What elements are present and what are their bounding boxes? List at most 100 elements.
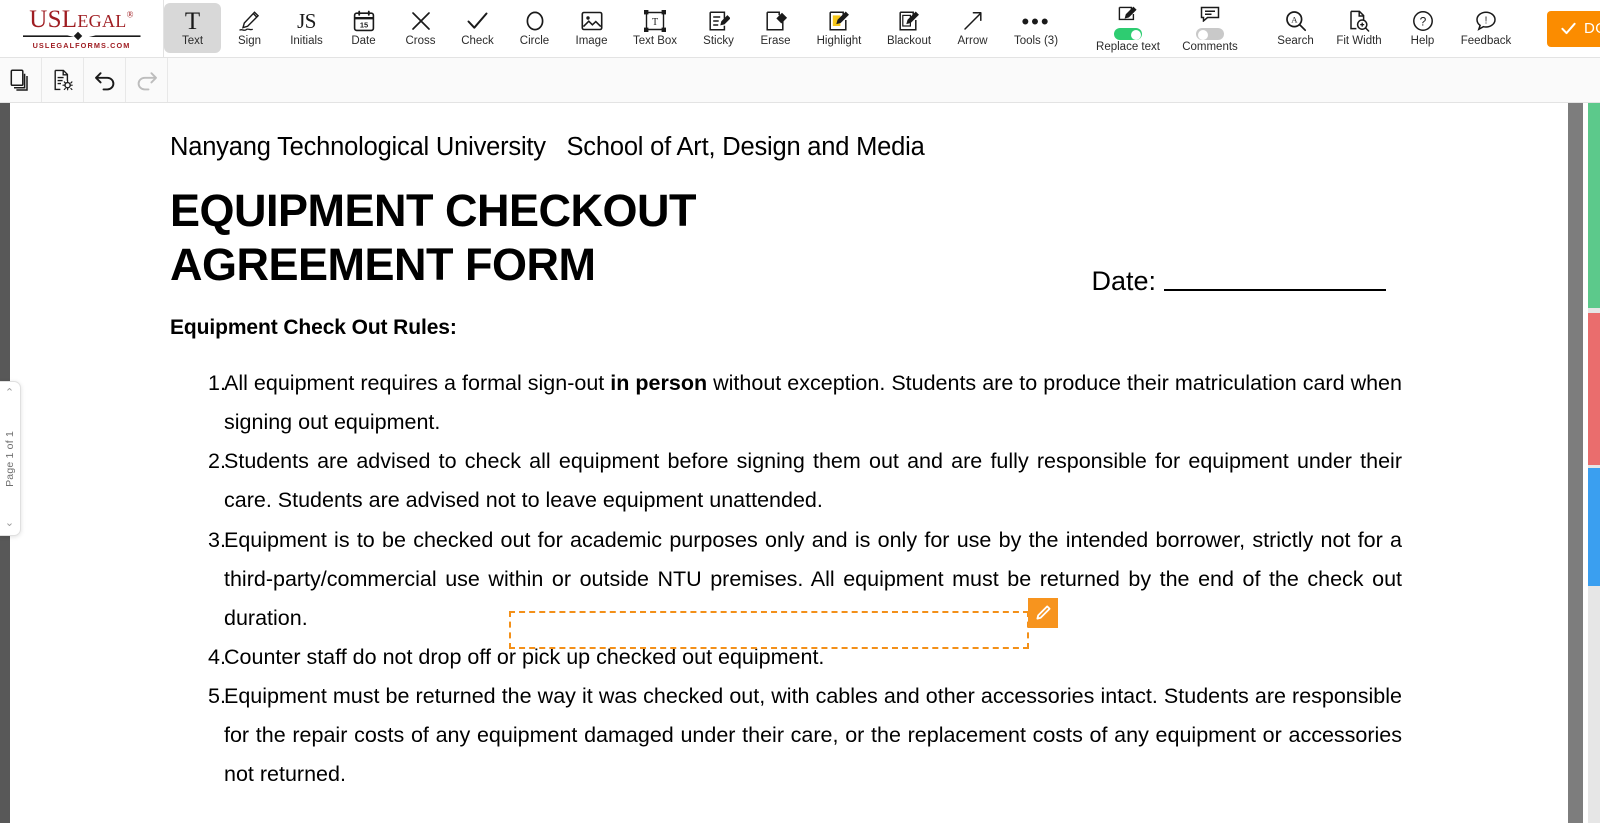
main-toolbar: USLEGAL® USLEGALFORMS.COM T Text — [0, 0, 1600, 58]
fit-width-button[interactable]: Fit Width — [1324, 3, 1394, 53]
rule-number: 4. — [170, 638, 224, 677]
toggle-comments-label: Comments — [1182, 42, 1238, 54]
rules-heading: Equipment Check Out Rules: — [170, 316, 1402, 340]
page-down-button[interactable]: ⌄ — [5, 518, 14, 529]
tool-text-box-label: Text Box — [633, 36, 677, 48]
tool-text[interactable]: T Text — [164, 3, 221, 53]
tool-circle[interactable]: Circle — [506, 3, 563, 53]
document-settings-button[interactable] — [42, 58, 84, 102]
rule-text: Counter staff do not drop off or pick up… — [224, 638, 1402, 677]
page-indicator-label: Page 1 of 1 — [4, 431, 16, 487]
subbar-spacer — [168, 58, 1600, 102]
rules-list: 1. All equipment requires a formal sign-… — [170, 364, 1402, 794]
rule-number: 2. — [170, 442, 224, 520]
tool-image[interactable]: Image — [563, 3, 620, 53]
fit-width-label: Fit Width — [1336, 36, 1381, 48]
date-icon: 15 — [353, 9, 375, 34]
tool-check-label: Check — [461, 36, 494, 48]
toggle-replace-text-label: Replace text — [1096, 42, 1160, 54]
circle-icon — [524, 9, 546, 34]
vertical-scrollbar-thumb[interactable] — [1568, 103, 1583, 823]
more-tools-icon: ••• — [1021, 9, 1050, 34]
image-icon — [581, 9, 603, 34]
tool-erase-label: Erase — [760, 36, 790, 48]
rule-number: 1. — [170, 364, 224, 442]
redo-button[interactable] — [126, 58, 168, 102]
tool-image-label: Image — [576, 36, 608, 48]
help-icon: ? — [1412, 9, 1434, 34]
tool-cross[interactable]: Cross — [392, 3, 449, 53]
document-header: Nanyang Technological University School … — [170, 133, 1402, 162]
color-strip-segment-0 — [1588, 103, 1600, 308]
annotation-edit-button[interactable] — [1028, 598, 1058, 628]
initials-icon: JS — [297, 9, 316, 34]
logo-tagline: USLEGALFORMS.COM — [23, 42, 141, 49]
pencil-icon — [1034, 604, 1052, 622]
search-label: Search — [1277, 36, 1313, 48]
rule-text-bold: in person — [610, 371, 707, 395]
document-title-line1: EQUIPMENT CHECKOUT — [170, 184, 1402, 238]
erase-icon — [765, 9, 787, 34]
annotation-tools: T Text Sign JS Initials — [164, 0, 1071, 57]
tool-sign[interactable]: Sign — [221, 3, 278, 53]
rule-text-before: All equipment requires a formal sign-out — [224, 371, 610, 395]
tool-arrow[interactable]: Arrow — [944, 3, 1001, 53]
blackout-icon — [898, 9, 920, 34]
check-icon — [466, 9, 489, 34]
tool-initials-label: Initials — [290, 36, 323, 48]
tool-date[interactable]: 15 Date — [335, 3, 392, 53]
tool-sticky[interactable]: Sticky — [690, 3, 747, 53]
tool-text-box[interactable]: T Text Box — [620, 3, 690, 53]
doc-settings-icon — [52, 69, 74, 91]
tool-blackout[interactable]: Blackout — [874, 3, 944, 53]
undo-icon — [93, 69, 117, 91]
tool-check[interactable]: Check — [449, 3, 506, 53]
list-item: 1. All equipment requires a formal sign-… — [170, 364, 1402, 442]
page-up-button[interactable]: ⌃ — [5, 388, 14, 399]
tool-cross-label: Cross — [405, 36, 435, 48]
list-item: 2. Students are advised to check all equ… — [170, 442, 1402, 520]
tool-more-tools[interactable]: ••• Tools (3) — [1001, 3, 1071, 53]
cross-icon — [410, 9, 432, 34]
toggle-replace-text[interactable]: Replace text — [1087, 3, 1169, 53]
svg-text:!: ! — [1485, 16, 1488, 27]
sticky-icon — [708, 9, 730, 34]
page-rail-bottom — [0, 536, 10, 823]
help-label: Help — [1411, 36, 1435, 48]
tool-circle-label: Circle — [520, 36, 549, 48]
color-strip-segment-2 — [1588, 468, 1600, 586]
uslegal-logo[interactable]: USLEGAL® USLEGALFORMS.COM — [0, 0, 164, 57]
document-viewport[interactable]: Nanyang Technological University School … — [0, 103, 1600, 823]
secondary-toolbar — [0, 58, 1600, 103]
svg-text:A: A — [1291, 15, 1298, 25]
tool-arrow-label: Arrow — [957, 36, 987, 48]
feedback-label: Feedback — [1461, 36, 1512, 48]
list-item: 4. Counter staff do not drop off or pick… — [170, 638, 1402, 677]
help-button[interactable]: ? Help — [1394, 3, 1451, 53]
toggle-comments[interactable]: Comments — [1169, 3, 1251, 53]
pages-button[interactable] — [0, 58, 42, 102]
color-strip — [1588, 103, 1600, 823]
fit-width-icon — [1348, 9, 1370, 34]
done-button[interactable]: DONE — [1547, 11, 1600, 47]
uslegal-pdf-editor: USLEGAL® USLEGALFORMS.COM T Text — [0, 0, 1600, 823]
svg-text:T: T — [652, 17, 658, 28]
tool-highlight-label: Highlight — [817, 36, 862, 48]
text-icon: T — [185, 9, 200, 34]
comments-switch[interactable] — [1196, 28, 1224, 39]
replace-text-icon — [1118, 3, 1138, 24]
undo-button[interactable] — [84, 58, 126, 102]
search-icon: A — [1285, 9, 1307, 34]
replace-text-switch[interactable] — [1114, 28, 1142, 39]
arrow-icon — [962, 9, 984, 34]
tool-initials[interactable]: JS Initials — [278, 3, 335, 53]
tool-erase[interactable]: Erase — [747, 3, 804, 53]
tool-highlight[interactable]: Highlight — [804, 3, 874, 53]
date-blank-line[interactable] — [1164, 289, 1386, 291]
rule-text: All equipment requires a formal sign-out… — [224, 364, 1402, 442]
svg-text:?: ? — [1419, 15, 1426, 29]
feedback-button[interactable]: ! Feedback — [1451, 3, 1521, 53]
redo-icon — [135, 69, 159, 91]
logo-text-primary: USL — [29, 6, 77, 33]
search-button[interactable]: A Search — [1267, 3, 1324, 53]
